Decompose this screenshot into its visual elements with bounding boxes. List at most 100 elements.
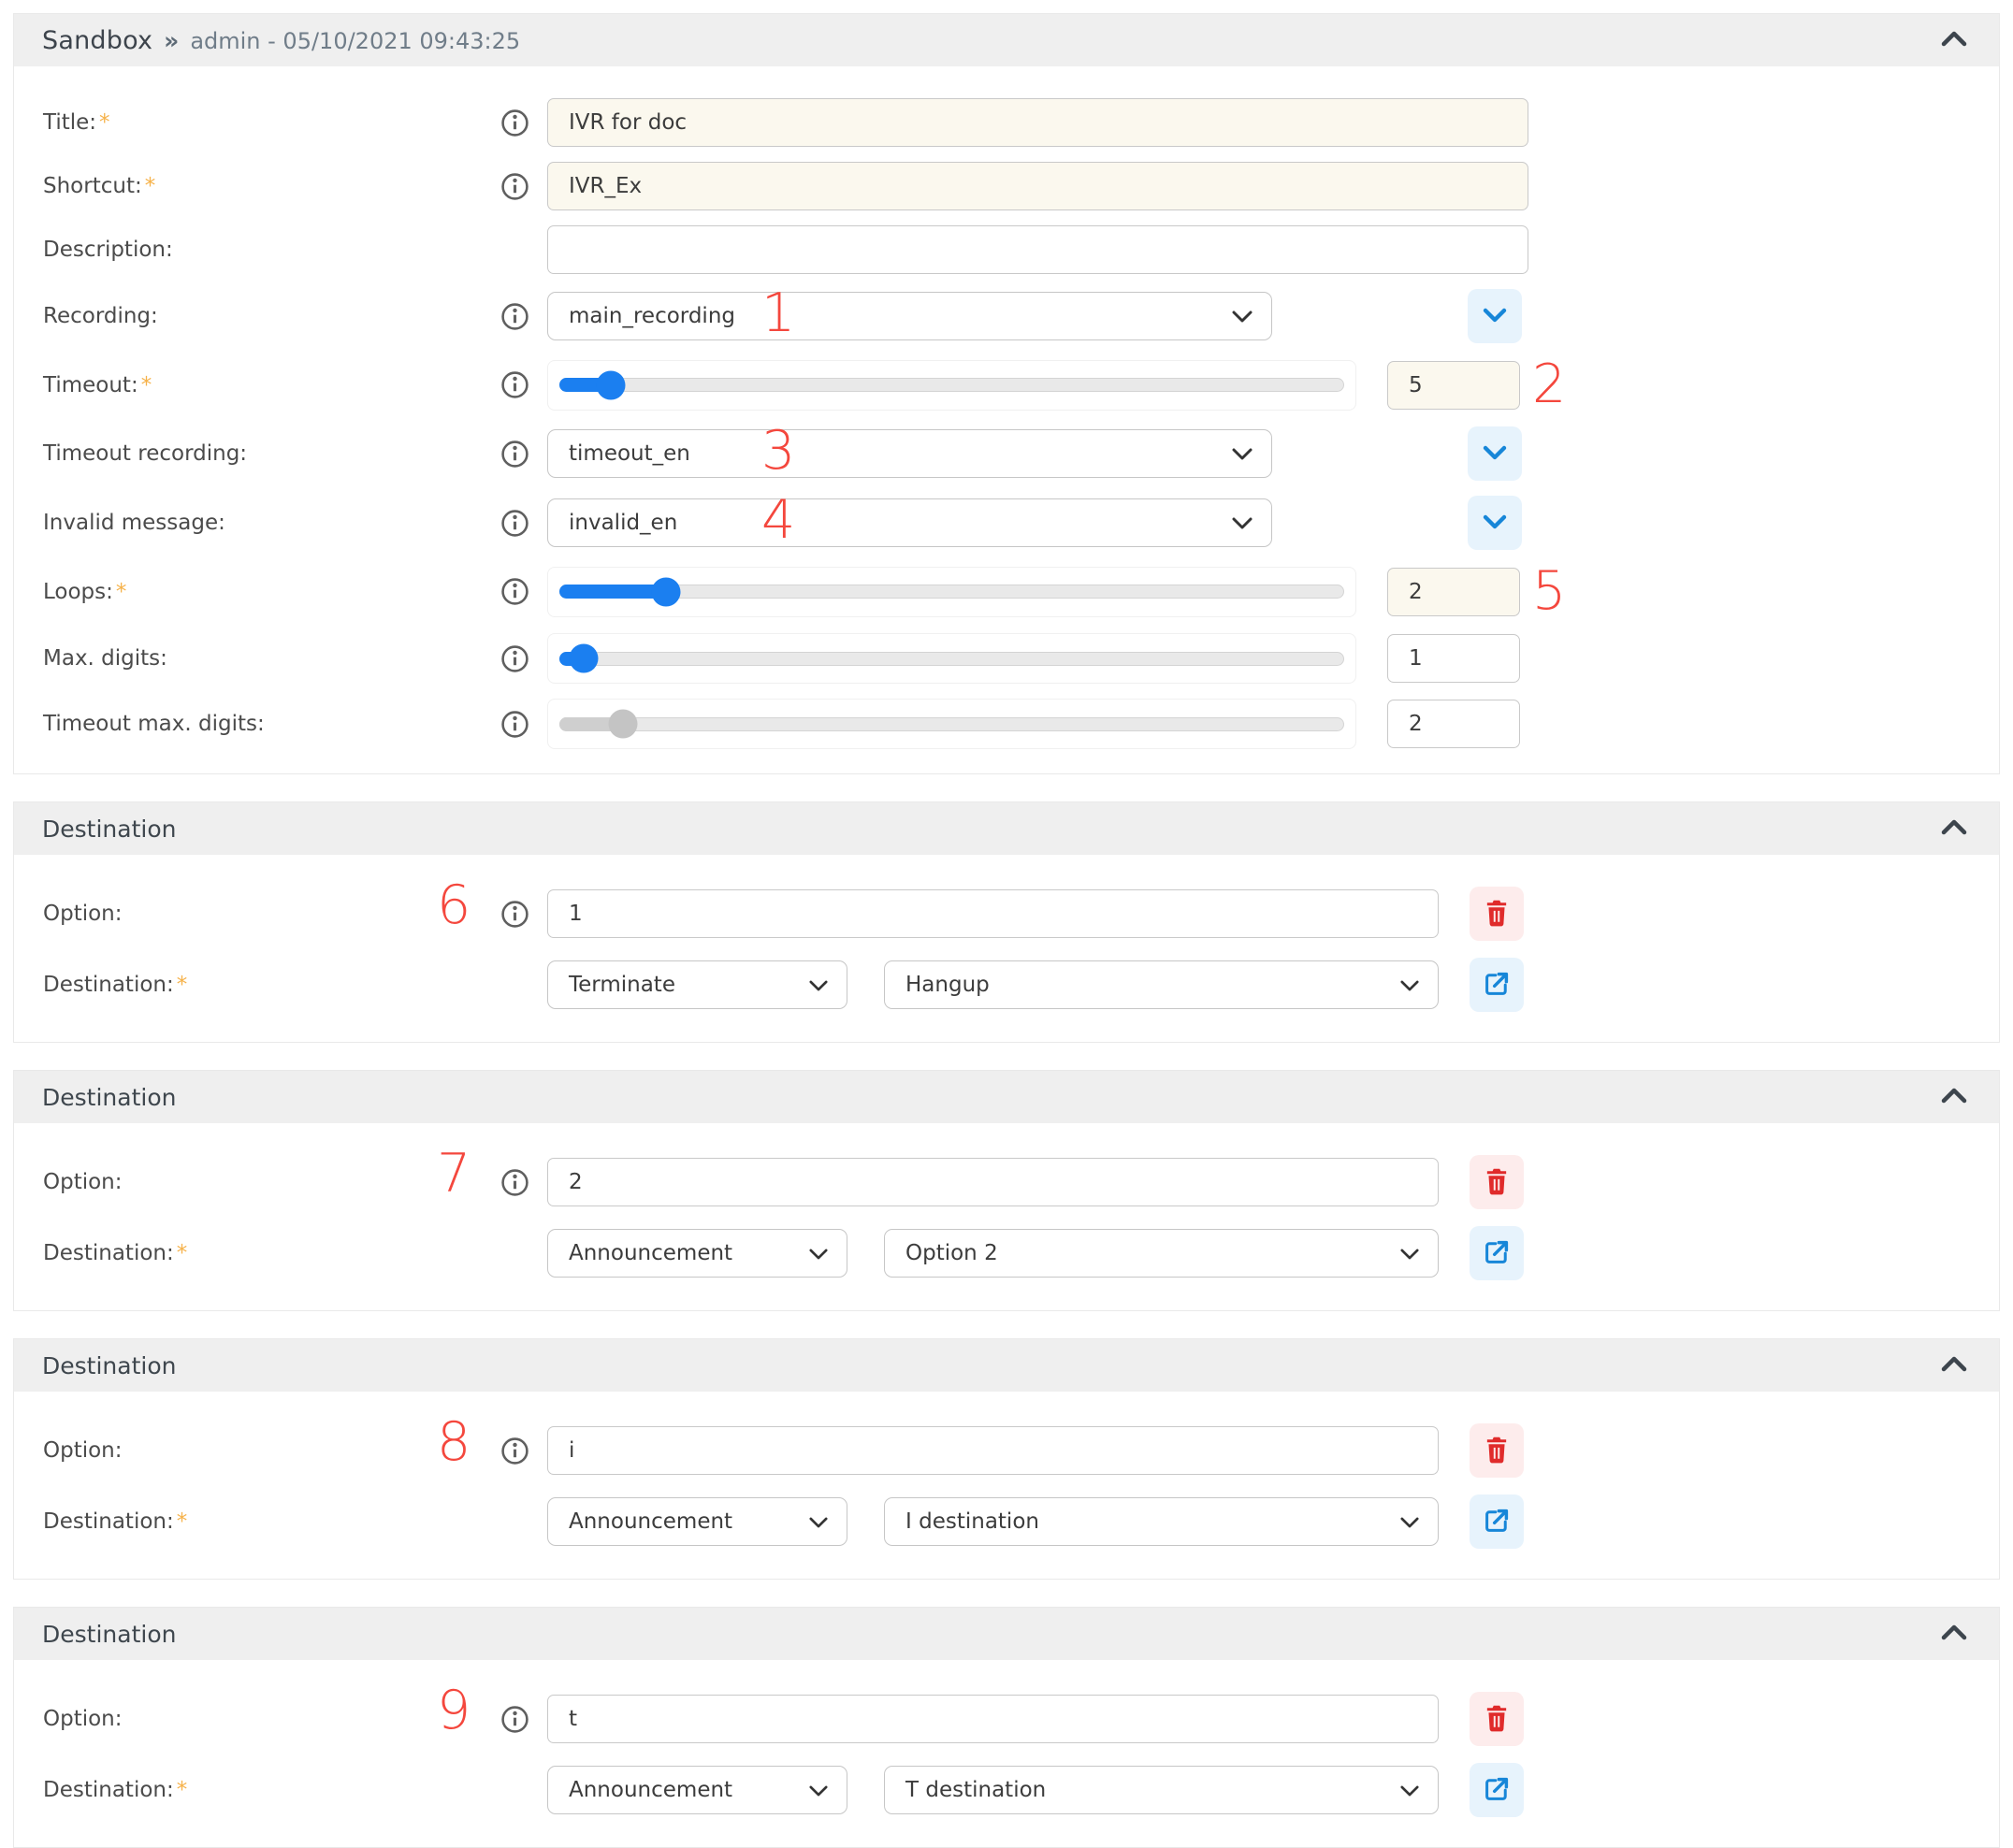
max-digits-input[interactable] bbox=[1387, 634, 1520, 683]
open-destination-button[interactable] bbox=[1470, 1763, 1524, 1817]
external-link-icon bbox=[1483, 1775, 1511, 1806]
option-input[interactable] bbox=[547, 889, 1439, 938]
red-annotation: 5 bbox=[1532, 565, 1566, 618]
destination-type-select[interactable]: Announcement bbox=[547, 1497, 847, 1546]
shortcut-input[interactable] bbox=[547, 162, 1528, 210]
chevron-down-icon bbox=[809, 1778, 828, 1802]
chevron-down-icon bbox=[1400, 1241, 1419, 1265]
open-destination-button[interactable] bbox=[1470, 1226, 1524, 1280]
destination-type-select[interactable]: Announcement bbox=[547, 1766, 847, 1814]
timeout-max-digits-row: Timeout max. digits: bbox=[14, 699, 1999, 749]
info-icon[interactable] bbox=[500, 1437, 529, 1465]
chevron-down-icon bbox=[1483, 308, 1507, 325]
destination-row: Destination:* Announcement I destination bbox=[14, 1494, 1999, 1549]
option-input[interactable] bbox=[547, 1158, 1439, 1206]
recording-select-value: main_recording bbox=[569, 304, 735, 328]
delete-destination-button[interactable] bbox=[1470, 1155, 1524, 1209]
destination-body: 8 Option: Destination:* Announcement I d… bbox=[14, 1392, 1999, 1579]
info-icon[interactable] bbox=[500, 370, 529, 399]
timeout-input[interactable] bbox=[1387, 361, 1520, 410]
destination-target-select[interactable]: I destination bbox=[884, 1497, 1439, 1546]
slider-thumb[interactable] bbox=[597, 370, 626, 399]
destination-label: Destination:* bbox=[14, 1509, 491, 1534]
loops-input[interactable] bbox=[1387, 568, 1520, 616]
destination-body: 6 Option: Destination:* Terminate Hangup bbox=[14, 855, 1999, 1042]
destination-target-select[interactable]: Option 2 bbox=[884, 1229, 1439, 1278]
chevron-down-icon bbox=[1483, 445, 1507, 463]
expand-timeout-recording-button[interactable] bbox=[1468, 426, 1522, 481]
delete-destination-button[interactable] bbox=[1470, 1692, 1524, 1746]
required-marker: * bbox=[177, 973, 188, 997]
destination-target-value: T destination bbox=[905, 1778, 1046, 1802]
destination-type-value: Announcement bbox=[569, 1509, 732, 1534]
title-input[interactable] bbox=[547, 98, 1528, 147]
red-annotation: 2 bbox=[1532, 358, 1566, 411]
description-input[interactable] bbox=[547, 225, 1528, 274]
destination-type-select[interactable]: Announcement bbox=[547, 1229, 847, 1278]
red-annotation: 4 bbox=[761, 494, 795, 547]
required-marker: * bbox=[141, 373, 152, 397]
slider-thumb[interactable] bbox=[570, 644, 599, 673]
destination-card-2: Destination 7 Option: Destination:* Anno… bbox=[13, 1070, 2000, 1311]
chevron-down-icon bbox=[809, 973, 828, 997]
collapse-button[interactable] bbox=[1937, 27, 1971, 53]
option-input[interactable] bbox=[547, 1695, 1439, 1743]
page-subtitle: admin - 05/10/2021 09:43:25 bbox=[190, 28, 520, 54]
recording-select[interactable]: main_recording 1 bbox=[547, 292, 1272, 340]
max-digits-row: Max. digits: bbox=[14, 633, 1999, 684]
info-icon[interactable] bbox=[500, 440, 529, 469]
timeout-slider[interactable] bbox=[559, 378, 1344, 392]
slider-thumb[interactable] bbox=[651, 577, 680, 606]
destination-target-select[interactable]: T destination bbox=[884, 1766, 1439, 1814]
timeout-recording-label: Timeout recording: bbox=[14, 441, 491, 466]
info-icon[interactable] bbox=[500, 509, 529, 538]
destination-label: Destination:* bbox=[14, 1778, 491, 1802]
collapse-button[interactable] bbox=[1937, 1352, 1971, 1379]
open-destination-button[interactable] bbox=[1470, 958, 1524, 1012]
invalid-message-select[interactable]: invalid_en 4 bbox=[547, 498, 1272, 547]
destination-target-value: I destination bbox=[905, 1509, 1039, 1534]
info-icon[interactable] bbox=[500, 108, 529, 137]
destination-header: Destination bbox=[14, 1608, 1999, 1660]
info-icon[interactable] bbox=[500, 644, 529, 673]
recording-row: Recording: main_recording 1 bbox=[14, 289, 1999, 343]
open-destination-button[interactable] bbox=[1470, 1494, 1524, 1549]
destination-target-select[interactable]: Hangup bbox=[884, 960, 1439, 1009]
expand-invalid-message-button[interactable] bbox=[1468, 496, 1522, 550]
info-icon[interactable] bbox=[500, 710, 529, 739]
info-icon[interactable] bbox=[500, 172, 529, 201]
destination-body: 9 Option: Destination:* Announcement T d… bbox=[14, 1660, 1999, 1847]
page-title: Sandbox bbox=[42, 26, 152, 55]
destination-type-select[interactable]: Terminate bbox=[547, 960, 847, 1009]
trash-icon bbox=[1484, 1704, 1510, 1735]
delete-destination-button[interactable] bbox=[1470, 887, 1524, 941]
info-icon[interactable] bbox=[500, 577, 529, 606]
loops-slider[interactable] bbox=[559, 585, 1344, 599]
invalid-message-row: Invalid message: invalid_en 4 bbox=[14, 496, 1999, 550]
timeout-max-digits-label: Timeout max. digits: bbox=[14, 712, 491, 736]
info-icon[interactable] bbox=[500, 900, 529, 929]
option-row: Option: bbox=[14, 1423, 1999, 1478]
collapse-button[interactable] bbox=[1937, 1621, 1971, 1647]
info-icon[interactable] bbox=[500, 302, 529, 331]
delete-destination-button[interactable] bbox=[1470, 1423, 1524, 1478]
recording-label: Recording: bbox=[14, 304, 491, 328]
info-icon[interactable] bbox=[500, 1705, 529, 1734]
timeout-max-digits-slider[interactable] bbox=[559, 717, 1344, 731]
option-input[interactable] bbox=[547, 1426, 1439, 1475]
slider-thumb[interactable] bbox=[608, 710, 637, 739]
expand-recording-button[interactable] bbox=[1468, 289, 1522, 343]
destination-title: Destination bbox=[42, 1352, 176, 1379]
destination-label: Destination:* bbox=[14, 1241, 491, 1265]
destination-header: Destination bbox=[14, 1071, 1999, 1123]
red-annotation: 1 bbox=[761, 287, 795, 340]
invalid-message-label: Invalid message: bbox=[14, 511, 491, 535]
collapse-button[interactable] bbox=[1937, 816, 1971, 842]
collapse-button[interactable] bbox=[1937, 1084, 1971, 1110]
destination-target-value: Option 2 bbox=[905, 1241, 998, 1265]
main-form-body: Title:* Shortcut:* Description: Recordin… bbox=[14, 66, 1999, 773]
info-icon[interactable] bbox=[500, 1168, 529, 1197]
timeout-max-digits-input[interactable] bbox=[1387, 700, 1520, 748]
max-digits-slider[interactable] bbox=[559, 652, 1344, 666]
timeout-recording-select[interactable]: timeout_en 3 bbox=[547, 429, 1272, 478]
